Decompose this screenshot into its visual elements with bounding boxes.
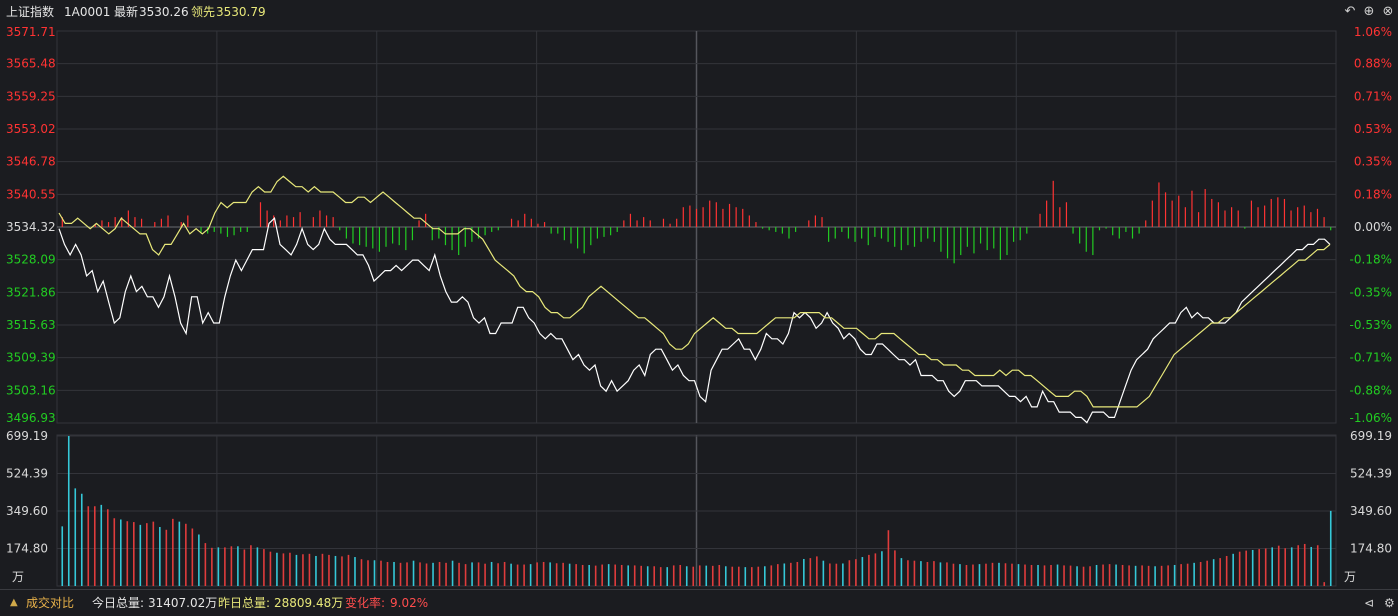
price-tick-label: 3496.93 (6, 411, 56, 425)
volume-tick-label: 524.39 (6, 467, 48, 481)
percent-tick-label: 0.00% (1354, 220, 1392, 234)
price-tick-label: 3540.55 (6, 187, 56, 201)
percent-tick-label: -0.88% (1350, 383, 1392, 397)
change-rate-label: 变化率: (345, 596, 386, 610)
nav-left-icon[interactable]: ⊲ (1364, 590, 1374, 616)
percent-tick-label: 0.18% (1354, 187, 1392, 201)
latest-label: 最新 (114, 5, 139, 19)
volume-footer: ▲ 成交对比 今日总量: 31407.02万 昨日总量: 28809.48万 变… (0, 589, 1398, 616)
latest-value: 3530.26 (139, 5, 189, 19)
price-tick-label: 3534.32 (6, 220, 56, 234)
undo-icon[interactable]: ↶ (1342, 4, 1358, 20)
leading-label: 领先 (191, 5, 216, 19)
index-code: 1A0001 (64, 5, 111, 19)
price-tick-label: 3515.63 (6, 318, 56, 332)
zoom-in-icon[interactable]: ⊕ (1361, 4, 1377, 20)
volume-tick-label: 349.60 (1350, 504, 1392, 518)
close-icon[interactable]: ⊗ (1380, 4, 1396, 20)
index-name: 上证指数 (6, 5, 55, 19)
collapse-triangle-icon[interactable]: ▲ (10, 590, 18, 616)
percent-tick-label: 1.06% (1354, 25, 1392, 39)
percent-tick-label: -0.71% (1350, 351, 1392, 365)
volume-tick-label: 174.80 (6, 541, 48, 555)
percent-tick-label: 0.35% (1354, 155, 1392, 169)
percent-tick-label: -0.35% (1350, 285, 1392, 299)
price-tick-label: 3559.25 (6, 89, 56, 103)
percent-tick-label: -1.06% (1350, 411, 1392, 425)
yesterday-total-value: 28809.48万 (274, 596, 344, 610)
chart-header: 上证指数 1A0001 最新 3530.26 领先 3530.79 ↶ ⊕ ⊗ (0, 0, 1398, 24)
volume-tick-label: 524.39 (1350, 467, 1392, 481)
price-tick-label: 3503.16 (6, 383, 56, 397)
intraday-chart[interactable]: 3571.71 1.06% 3565.48 0.88% 3559.25 0.71% 3553… (0, 24, 1398, 589)
percent-tick-label: -0.18% (1350, 253, 1392, 267)
price-tick-label: 3571.71 (6, 25, 56, 39)
leading-value: 3530.79 (216, 5, 266, 19)
volume-tick-label: 699.19 (1350, 429, 1392, 443)
today-total-label: 今日总量: (92, 596, 145, 610)
price-tick-label: 3546.78 (6, 155, 56, 169)
percent-tick-label: -0.53% (1350, 318, 1392, 332)
today-total-value: 31407.02万 (148, 596, 218, 610)
price-tick-label: 3553.02 (6, 122, 56, 136)
percent-tick-label: 0.71% (1354, 89, 1392, 103)
settings-gear-icon[interactable]: ⚙ (1384, 590, 1395, 616)
price-tick-label: 3528.09 (6, 253, 56, 267)
white-price-line (58, 217, 1331, 424)
percent-tick-label: 0.53% (1354, 122, 1392, 136)
percent-tick-label: 0.88% (1354, 57, 1392, 71)
volume-tick-label: 174.80 (1350, 541, 1392, 555)
volume-tick-label: 699.19 (6, 429, 48, 443)
price-tick-label: 3521.86 (6, 285, 56, 299)
yesterday-total-label: 昨日总量: (218, 596, 271, 610)
volume-tick-label: 349.60 (6, 504, 48, 518)
volume-unit-label: 万 (1344, 570, 1356, 584)
volume-compare-label[interactable]: 成交对比 (26, 590, 74, 616)
price-tick-label: 3565.48 (6, 57, 56, 71)
volume-unit-label: 万 (12, 570, 24, 584)
price-tick-label: 3509.39 (6, 351, 56, 365)
yellow-price-line (58, 175, 1331, 408)
change-rate-value: 9.02% (390, 596, 429, 610)
